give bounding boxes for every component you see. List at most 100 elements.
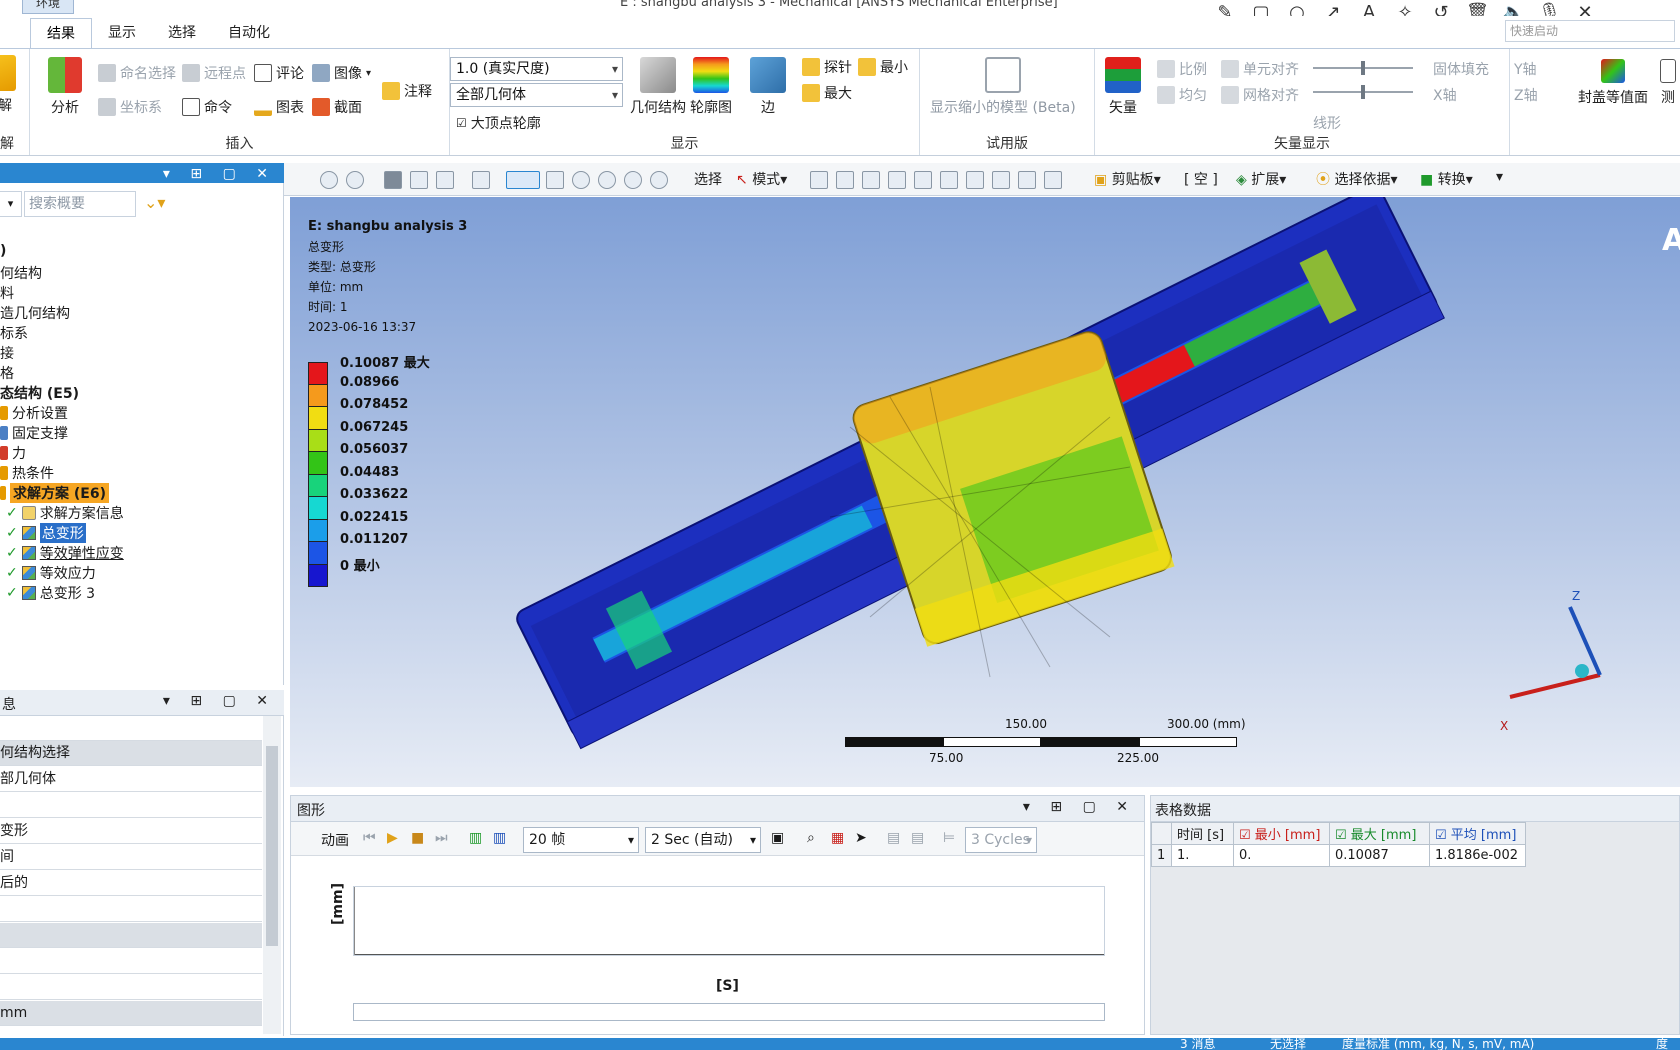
toolbar-overflow-icon[interactable]: ▾ [1496,169,1503,185]
frames-select[interactable]: 20 帧 [523,827,639,853]
mode-dropdown[interactable]: ↖ 模式▾ [736,169,787,189]
details-row[interactable]: 后的 [0,871,262,896]
tab-results[interactable]: 结果 [30,18,92,48]
scale-button[interactable]: 比例 [1157,59,1207,79]
zoom-out-icon[interactable] [346,171,364,189]
convert-dropdown[interactable]: ■ 转换▾ [1420,169,1473,189]
checkbox-icon[interactable]: ☑ [1239,828,1251,843]
time-plot[interactable] [353,886,1105,956]
coordinate-system-button[interactable]: 坐标系 [98,97,162,117]
panel-controls[interactable]: ▾ ⊞ ▢ ✕ [163,166,276,182]
tree-item-geometry[interactable]: 何结构 [0,263,42,283]
element-align-button[interactable]: 单元对齐 [1221,59,1299,79]
cell-min[interactable]: 0. [1233,844,1330,867]
details-row[interactable]: 何结构选择 [0,741,262,766]
details-row[interactable]: 间 [0,845,262,870]
scrollbar-thumb[interactable] [266,746,278,946]
select-mesh-icon[interactable] [992,171,1010,189]
tree-item-equivalent-elastic-strain[interactable]: ✓ 等效弹性应变 [6,543,124,563]
details-row[interactable] [0,923,262,948]
graphics-viewport[interactable]: E: shangbu analysis 3 总变形 类型: 总变形 单位: mm… [290,197,1680,787]
column-header-time[interactable]: 时间 [s] [1171,822,1234,845]
previous-frame-icon[interactable]: ⏮ [363,830,376,846]
table-row[interactable]: 1 1. 0. 0.10087 1.8186e-002 [1151,844,1526,867]
select-element-icon[interactable] [966,171,984,189]
tree-item-mesh[interactable]: 格 [0,363,14,383]
panel-controls[interactable]: ▾ ⊞ ▢ ✕ [1023,799,1136,815]
show-undeformed-button[interactable]: 显示缩小的模型 (Beta) [930,57,1076,117]
checkbox-icon[interactable]: ☑ [1335,828,1347,843]
geometry-display-select[interactable]: 全部几何体 [450,83,623,107]
select-by-dropdown[interactable]: ⦿ 选择依据▾ [1316,169,1397,189]
min-button[interactable]: 最小 [858,57,908,77]
tree-item-force[interactable]: 力 [0,443,26,463]
clipboard-dropdown[interactable]: ▣ 剪贴板▾ [1094,169,1161,189]
distributed-frames-icon[interactable]: ▥ [469,830,482,846]
zoom-in-icon[interactable] [320,171,338,189]
details-row[interactable] [0,793,262,818]
grid-view-icon[interactable]: ▤ [911,830,924,846]
annotation-button[interactable]: 注释 [382,81,432,101]
tree-item-equivalent-stress[interactable]: ✓ 等效应力 [6,563,96,583]
tree-item-total-deformation[interactable]: ✓ 总变形 [6,523,86,543]
measure-button[interactable]: 测 [1660,59,1676,107]
tree-item-fixed-support[interactable]: 固定支撑 [0,423,68,443]
select-element-face-icon[interactable] [940,171,958,189]
select-label[interactable]: 选择 [694,169,722,189]
remote-point-button[interactable]: 远程点 [182,63,246,83]
tab-display[interactable]: 显示 [92,18,152,48]
details-scrollbar[interactable] [263,716,281,1034]
tree-item-static-structural[interactable]: 态结构 (E5) [0,383,79,403]
details-row[interactable]: mm [0,1001,262,1026]
named-selection-button[interactable]: 命名选择 [98,63,176,83]
z-axis-button[interactable]: Z轴 [1514,85,1538,105]
zoom-fit-icon[interactable]: ⌕ [807,830,815,846]
tree-item-materials[interactable]: 料 [0,283,14,303]
edges-button[interactable]: 边 [750,57,786,117]
panel-controls[interactable]: ▾ ⊞ ▢ ✕ [163,693,276,709]
checkbox-icon[interactable]: ☑ [1435,828,1447,843]
environment-tab[interactable]: 环境 [22,0,74,14]
cycles-select[interactable]: 3 Cycles [965,827,1037,853]
filter-dropdown[interactable]: ▾ [0,191,22,217]
color-bars-icon[interactable]: ▦ [831,830,844,846]
cell-time[interactable]: 1. [1171,844,1234,867]
comment-button[interactable]: 评论 [254,63,304,83]
tree-item-construction-geometry[interactable]: 造几何结构 [0,303,70,323]
tree-item-thermal-condition[interactable]: 热条件 [0,463,54,483]
select-face-icon[interactable] [862,171,880,189]
chart-button[interactable]: 图表 [254,97,304,117]
timeline-bar[interactable] [353,1003,1105,1021]
vector-button[interactable]: 矢量 [1105,57,1141,117]
probe-button[interactable]: 探针 [802,57,852,77]
deformation-scale-select[interactable]: 1.0 (真实尺度) [450,57,623,81]
grid-align-button[interactable]: 网格对齐 [1221,85,1299,105]
quick-launch-input[interactable]: 快速启动 [1505,20,1675,42]
rotate-icon[interactable] [506,171,540,189]
column-header-min[interactable]: ☑ 最小 [mm] [1233,822,1330,845]
select-node-icon[interactable] [914,171,932,189]
command-button[interactable]: 命令 [182,97,232,117]
contour-button[interactable]: 轮廓图 [690,57,732,117]
zoom-selection-icon[interactable] [650,171,668,189]
pan-icon[interactable] [546,171,564,189]
analysis-button[interactable]: 分析 [48,57,82,117]
select-body-icon[interactable] [888,171,906,189]
zoom-box-icon[interactable] [572,171,590,189]
vector-length-slider[interactable] [1313,61,1413,75]
details-row[interactable]: 变形 [0,819,262,844]
pointer-icon[interactable]: ➤ [855,830,867,846]
geometry-button[interactable]: 几何结构 [630,57,686,117]
tree-item-connections[interactable]: 接 [0,343,14,363]
image-button[interactable]: 图像 ▾ [312,63,371,83]
vector-density-slider[interactable] [1313,85,1413,99]
capped-isosurface-button[interactable]: 封盖等值面 [1578,59,1648,107]
cell-max[interactable]: 0.10087 [1329,844,1430,867]
details-row[interactable] [0,716,262,741]
pick-icon[interactable] [1044,171,1062,189]
shaded-view-icon[interactable] [384,171,402,189]
fit-icon[interactable] [472,171,490,189]
tree-item-analysis-settings[interactable]: 分析设置 [0,403,68,423]
magnifier-icon[interactable] [624,171,642,189]
tree-item-solution-information[interactable]: ✓ 求解方案信息 [6,503,124,523]
